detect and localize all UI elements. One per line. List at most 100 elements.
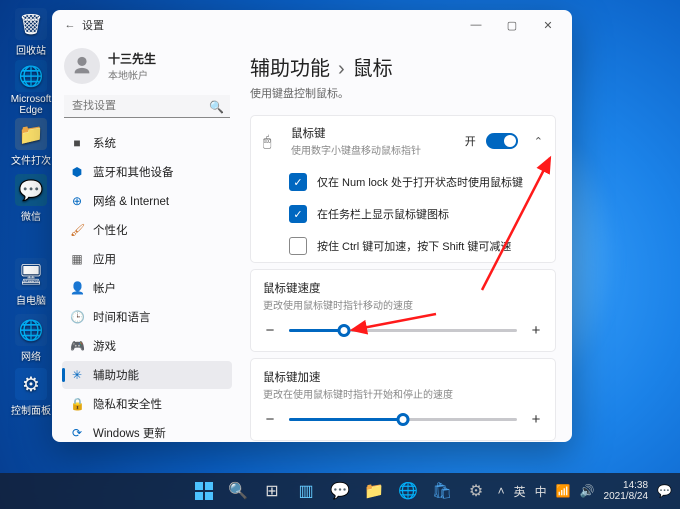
app-edge[interactable]: 🌐 [393,476,423,506]
breadcrumb-parent[interactable]: 辅助功能 [250,58,330,80]
speed-plus[interactable]: + [529,322,543,339]
start-button[interactable] [189,476,219,506]
nav-icon: ⬢ [70,165,84,179]
speed-track[interactable] [289,329,517,332]
nav: ■ 系统 ⬢蓝牙和其他设备 ⊕ 网络 & Internet 🖌 个性化 ▦应用👤帐户 🕒 时间和语… [62,129,232,442]
sidebar-item-7[interactable]: 🎮 游戏 [62,332,232,360]
chevron-up-icon[interactable]: ⌃ [534,135,543,148]
ime-mode[interactable]: 中 [535,483,547,500]
app-store[interactable]: 🛍 [427,476,457,506]
nav-label: 系统 [93,135,116,151]
sidebar-item-0[interactable]: ■ 系统 [62,129,232,157]
breadcrumb-current: 鼠标 [353,58,393,80]
accel-minus[interactable]: − [263,411,277,428]
mouse-icon: 🖱 [263,133,281,150]
clock-time: 14:38 [604,480,649,492]
titlebar: ← 设置 ― ▢ ✕ [52,10,572,40]
clock-date: 2021/8/24 [604,491,649,503]
minimize-button[interactable]: ― [458,10,494,40]
check-label: 按住 Ctrl 键可加速，按下 Shift 键可减速 [317,238,511,254]
mouse-keys-check-2[interactable]: 按住 Ctrl 键可加速，按下 Shift 键可减速 [251,230,555,262]
sidebar-item-9[interactable]: 🔒 隐私和安全性 [62,390,232,418]
mouse-keys-title: 鼠标键 [291,125,455,141]
window-title: 设置 [82,17,104,33]
desktop-icon[interactable]: 🌐网络 [8,314,54,363]
nav-icon: 🕒 [70,310,84,324]
app-settings[interactable]: ⚙ [461,476,491,506]
nav-icon: 🔒 [70,397,84,411]
widgets-button[interactable]: ▥ [291,476,321,506]
speed-thumb[interactable] [337,324,350,337]
taskview-button[interactable]: ⊞ [257,476,287,506]
mouse-keys-sub: 使用数字小键盘移动鼠标指针 [291,142,455,157]
user-block[interactable]: 十三先生 本地帐户 [64,48,232,84]
checkbox[interactable] [289,237,307,255]
sidebar-item-5[interactable]: 👤帐户 [62,274,232,302]
clock[interactable]: 14:38 2021/8/24 [604,480,649,503]
speed-slider[interactable]: − + [263,322,543,339]
app-chat[interactable]: 💬 [325,476,355,506]
tray-chevron-icon[interactable]: ˄ [498,484,505,498]
nav-label: 隐私和安全性 [93,396,162,412]
system-tray[interactable]: ˄ 英 中 📶 🔊 14:38 2021/8/24 💬 [498,480,680,503]
desktop-icon[interactable]: 💬微信 [8,174,54,223]
nav-label: 游戏 [93,338,116,354]
nav-icon: 🖌 [70,223,84,237]
accel-track[interactable] [289,418,517,421]
ime-lang[interactable]: 英 [514,483,526,500]
sidebar-item-1[interactable]: ⬢蓝牙和其他设备 [62,158,232,186]
mouse-keys-check-1[interactable]: ✓在任务栏上显示鼠标键图标 [251,198,555,230]
sidebar: 十三先生 本地帐户 🔍 ■ 系统 ⬢蓝牙和其他设备 ⊕ 网络 & Internet 🖌 个性… [52,40,238,442]
breadcrumb: 辅助功能›鼠标 [250,52,556,81]
settings-window: ← 设置 ― ▢ ✕ 十三先生 本地帐户 [52,10,572,442]
sidebar-item-6[interactable]: 🕒 时间和语言 [62,303,232,331]
sidebar-item-3[interactable]: 🖌 个性化 [62,216,232,244]
nav-label: 时间和语言 [93,309,151,325]
accel-slider[interactable]: − + [263,411,543,428]
checkbox[interactable]: ✓ [289,173,307,191]
desktop-icon[interactable]: 📁文件打次 [8,118,54,167]
speed-minus[interactable]: − [263,322,277,339]
app-explorer[interactable]: 📁 [359,476,389,506]
mouse-keys-row[interactable]: 🖱 鼠标键 使用数字小键盘移动鼠标指针 开 ⌃ [251,116,555,166]
main-panel: 辅助功能›鼠标 使用键盘控制鼠标。 🖱 鼠标键 使用数字小键盘移动鼠标指针 开 … [238,40,572,442]
search-button[interactable]: 🔍 [223,476,253,506]
desktop-icon[interactable]: 🖥自电脑 [8,258,54,307]
nav-label: 帐户 [93,280,116,296]
nav-label: 个性化 [93,222,128,238]
mouse-keys-check-0[interactable]: ✓仅在 Num lock 处于打开状态时使用鼠标键 [251,166,555,198]
accel-thumb[interactable] [397,413,410,426]
notifications-icon[interactable]: 💬 [657,484,672,498]
sidebar-item-2[interactable]: ⊕ 网络 & Internet [62,187,232,215]
accel-plus[interactable]: + [529,411,543,428]
search-box[interactable]: 🔍 [64,95,230,118]
avatar [64,48,100,84]
maximize-button[interactable]: ▢ [494,10,530,40]
wifi-icon[interactable]: 📶 [556,484,571,498]
desktop-icon[interactable]: ⚙控制面板 [8,368,54,417]
nav-icon: ■ [70,136,84,150]
taskbar: 🔍 ⊞ ▥ 💬 📁 🌐 🛍 ⚙ ˄ 英 中 📶 🔊 14:38 2021/8/2… [0,473,680,509]
nav-icon: ⊕ [70,194,84,208]
page-subtitle: 使用键盘控制鼠标。 [250,85,556,101]
sidebar-item-8[interactable]: ✳辅助功能 [62,361,232,389]
nav-icon: ▦ [70,252,84,266]
nav-icon: 🎮 [70,339,84,353]
desktop-icon[interactable]: 🌐Microsoft Edge [8,60,54,116]
nav-icon: ✳ [70,368,84,382]
desktop: 🗑回收站🌐Microsoft Edge📁文件打次💬微信🖥自电脑🌐网络⚙控制面板 … [0,0,680,509]
user-name: 十三先生 [108,50,156,67]
back-button[interactable]: ← [58,19,82,31]
search-icon: 🔍 [209,100,224,114]
checkbox[interactable]: ✓ [289,205,307,223]
mouse-keys-toggle[interactable] [486,133,518,149]
user-sub: 本地帐户 [108,67,156,82]
sidebar-item-4[interactable]: ▦应用 [62,245,232,273]
search-input[interactable] [64,95,230,118]
close-button[interactable]: ✕ [530,10,566,40]
accel-card: 鼠标键加速 更改在使用鼠标键时指针开始和停止的速度 − + [250,358,556,441]
nav-label: 网络 & Internet [93,193,169,209]
volume-icon[interactable]: 🔊 [580,484,595,498]
sidebar-item-10[interactable]: ⟳Windows 更新 [62,419,232,442]
desktop-icon[interactable]: 🗑回收站 [8,8,54,57]
